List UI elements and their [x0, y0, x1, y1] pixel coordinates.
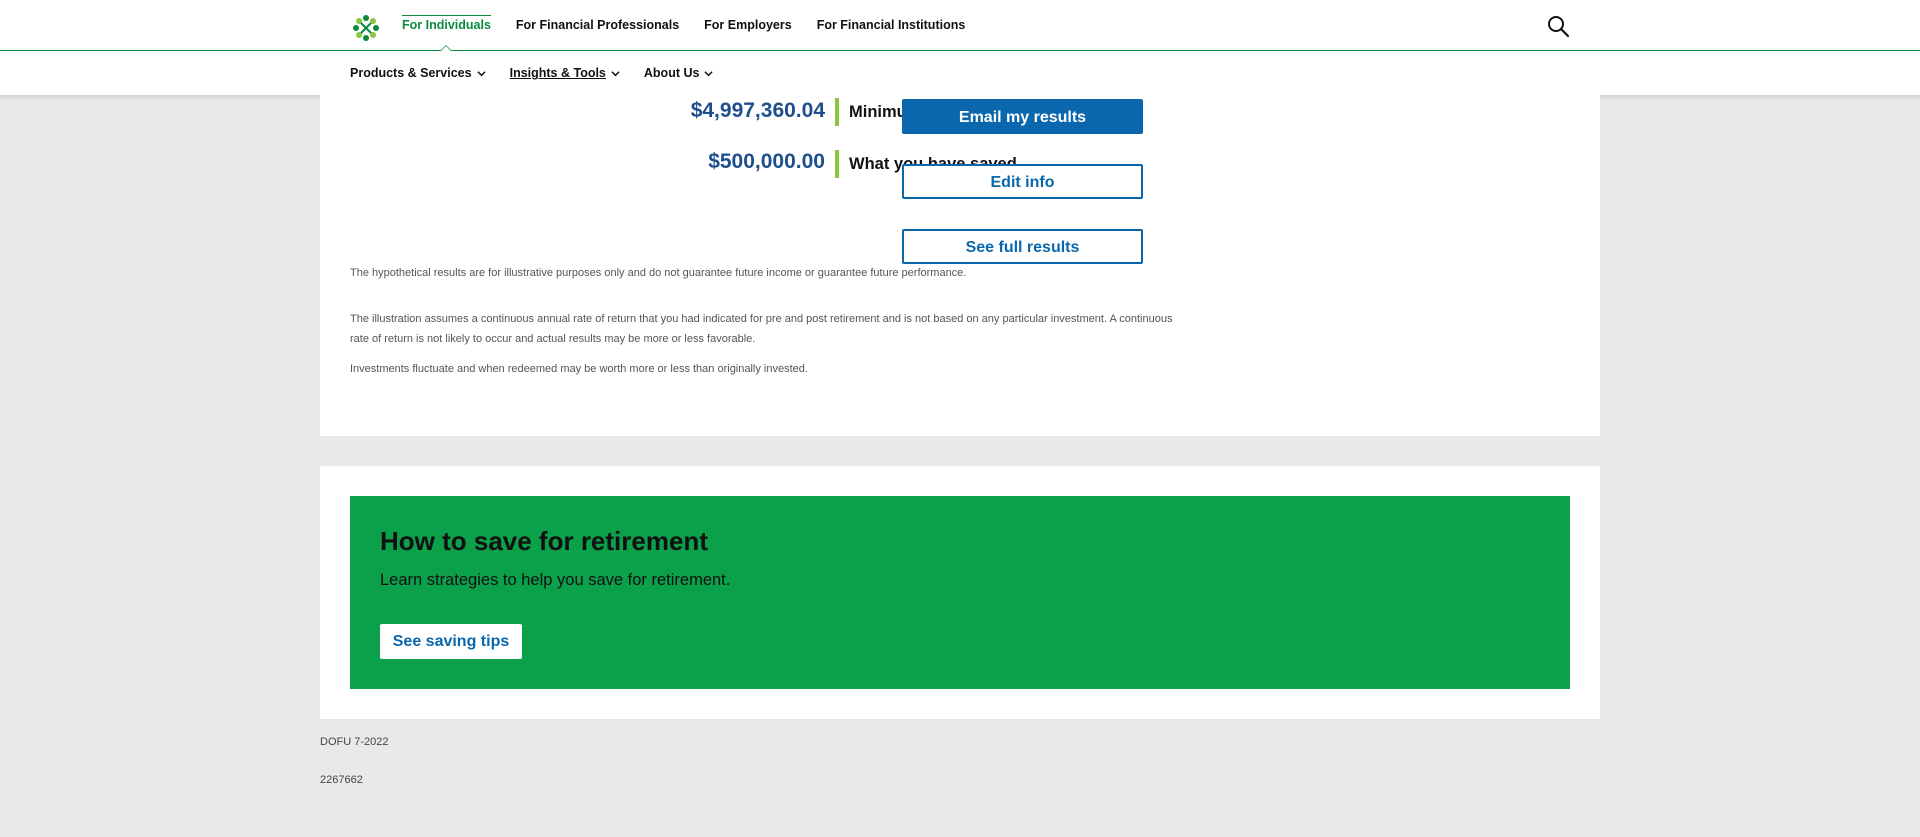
document-code: 2267662 [320, 774, 363, 786]
accent-bar [835, 98, 839, 126]
dofu-label: DOFU 7-2022 [320, 736, 389, 748]
promo-card: How to save for retirement Learn strateg… [320, 466, 1600, 719]
see-full-results-button[interactable]: See full results [902, 229, 1143, 264]
tab-for-financial-institutions[interactable]: For Financial Institutions [817, 0, 966, 50]
promo-title: How to save for retirement [380, 526, 708, 556]
tab-for-individuals[interactable]: For Individuals [402, 0, 491, 51]
logo-icon[interactable] [350, 12, 382, 44]
accent-bar [835, 150, 839, 178]
results-card: $4,997,360.04 Minimum needed to retire $… [320, 95, 1600, 436]
tab-label: For Individuals [402, 18, 491, 32]
subnav-label: Products & Services [350, 66, 472, 80]
saved-amount: $500,000.00 [708, 150, 825, 173]
disclaimer-text: The hypothetical results are for illustr… [350, 267, 967, 279]
search-icon[interactable] [1546, 14, 1570, 38]
tab-label: For Financial Institutions [816, 18, 966, 32]
email-results-button[interactable]: Email my results [902, 99, 1143, 134]
edit-info-button[interactable]: Edit info [902, 164, 1143, 199]
top-navigation: For Individuals For Financial Profession… [0, 0, 1920, 51]
chevron-down-icon [611, 70, 620, 76]
subnav-insights-tools[interactable]: Insights & Tools [510, 51, 620, 95]
minimum-amount: $4,997,360.04 [690, 99, 825, 122]
promo-subtitle: Learn strategies to help you save for re… [380, 571, 731, 589]
tab-for-financial-professionals[interactable]: For Financial Professionals [516, 0, 679, 50]
see-saving-tips-button[interactable]: See saving tips [380, 624, 522, 659]
chevron-down-icon [704, 70, 714, 76]
sub-navigation: Products & Services Insights & Tools Abo… [0, 51, 1920, 95]
promo-banner: How to save for retirement Learn strateg… [350, 496, 1570, 689]
tab-for-employers[interactable]: For Employers [704, 0, 792, 50]
subnav-about-us[interactable]: About Us [644, 51, 714, 95]
disclaimer-text: Investments fluctuate and when redeemed … [350, 363, 808, 375]
disclaimer-text: The illustration assumes a continuous an… [350, 313, 1173, 345]
subnav-label: Insights & Tools [509, 66, 606, 80]
tab-label: For Financial Professionals [515, 18, 680, 32]
tab-label: For Employers [704, 18, 792, 32]
chevron-down-icon [476, 70, 486, 76]
subnav-label: About Us [643, 66, 700, 80]
subnav-products-services[interactable]: Products & Services [350, 51, 486, 95]
